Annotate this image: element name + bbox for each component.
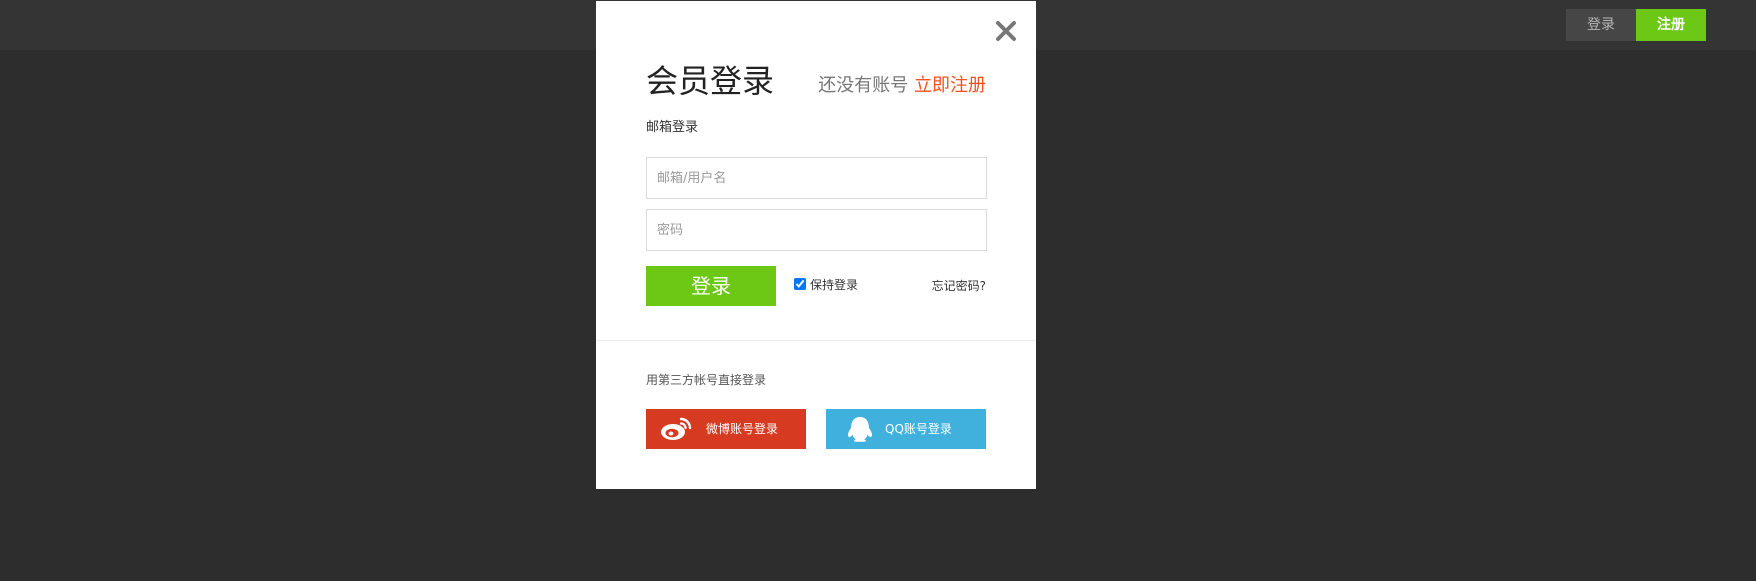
third-party-label: 用第三方帐号直接登录: [646, 373, 767, 387]
username-input[interactable]: [646, 157, 987, 199]
register-now-link[interactable]: 立即注册: [914, 75, 986, 96]
no-account-prompt: 还没有账号 立即注册: [818, 73, 986, 99]
top-login-button[interactable]: 登录: [1566, 9, 1636, 41]
login-button[interactable]: 登录: [646, 266, 776, 306]
remember-label: 保持登录: [810, 278, 859, 292]
no-account-text: 还没有账号: [818, 75, 909, 96]
forgot-password-link[interactable]: 忘记密码?: [932, 278, 986, 294]
top-register-button[interactable]: 注册: [1636, 9, 1706, 41]
password-input[interactable]: [646, 209, 987, 251]
email-login-label: 邮箱登录: [646, 120, 699, 135]
remember-me[interactable]: 保持登录: [794, 277, 858, 293]
weibo-icon: [661, 417, 692, 440]
qq-login-button[interactable]: QQ账号登录: [826, 409, 986, 449]
weibo-login-button[interactable]: 微博账号登录: [646, 409, 806, 449]
divider: [596, 340, 1036, 341]
qq-button-label: QQ账号登录: [885, 422, 952, 436]
close-icon[interactable]: [993, 18, 1019, 44]
remember-checkbox[interactable]: [794, 278, 806, 290]
qq-penguin-icon: [847, 417, 873, 442]
login-modal: 会员登录 还没有账号 立即注册 邮箱登录 登录 保持登录 忘记密码? 用第三方帐…: [596, 1, 1036, 489]
weibo-button-label: 微博账号登录: [706, 422, 779, 436]
modal-title: 会员登录: [646, 62, 775, 100]
